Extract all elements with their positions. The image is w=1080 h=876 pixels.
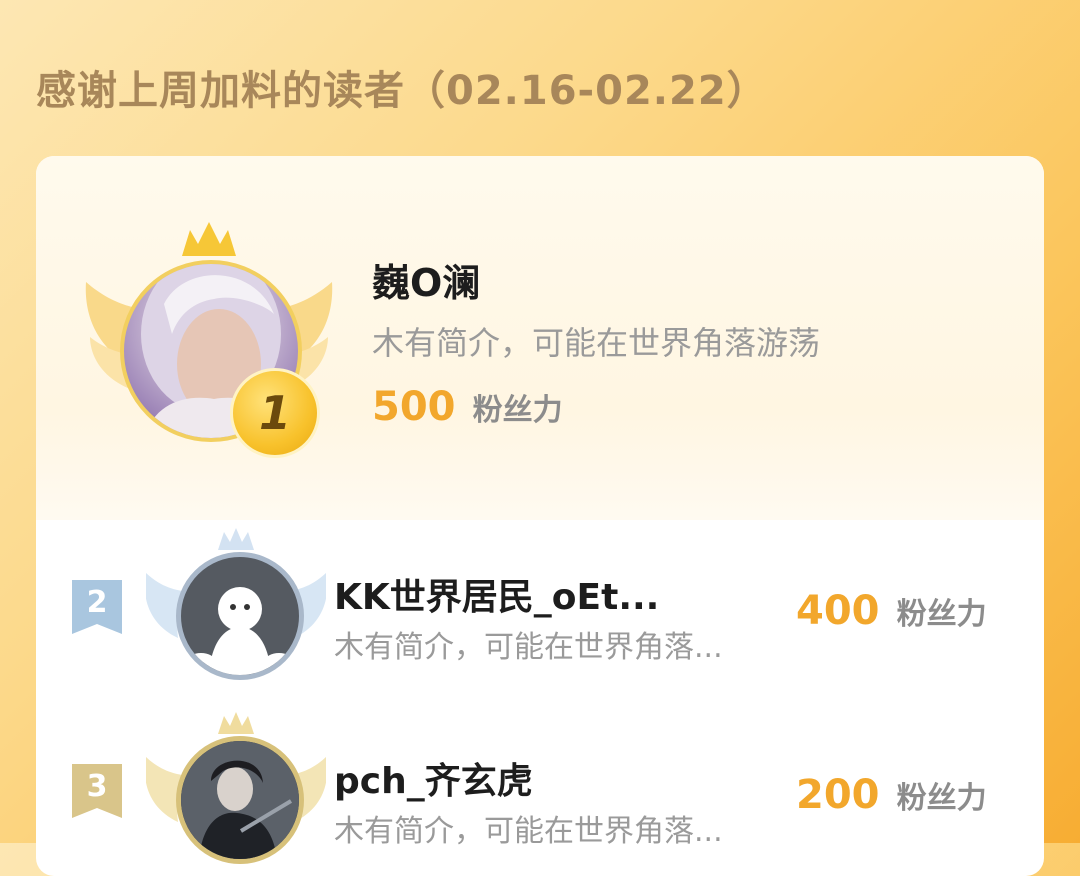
reader-bio: 木有简介，可能在世界角落... xyxy=(334,814,723,849)
rank-badge: 2 xyxy=(72,580,122,634)
rank-2-badge xyxy=(146,528,326,698)
reader-name[interactable]: KK世界居民_oEt... xyxy=(334,568,659,620)
reader-bio: 木有简介，可能在世界角落... xyxy=(334,630,723,665)
reader-name[interactable]: pch_齐玄虎 xyxy=(334,752,533,804)
top-reader-name[interactable]: 巍O澜 xyxy=(372,252,480,307)
avatar[interactable] xyxy=(176,552,304,680)
rank-badge: 3 xyxy=(72,764,122,818)
crown-icon xyxy=(218,712,254,734)
reader-score: 200 粉丝力 xyxy=(796,772,987,818)
avatar[interactable] xyxy=(176,736,304,864)
crown-icon xyxy=(218,528,254,550)
top-reader-score: 500 粉丝力 xyxy=(372,384,563,430)
rank-number: 3 xyxy=(86,769,108,804)
score-value: 500 xyxy=(372,384,456,430)
list-item[interactable]: 2 KK世界居民_oEt... 木有简介，可能在世界角落... 400 粉丝力 xyxy=(36,528,1044,708)
score-unit: 粉丝力 xyxy=(896,597,987,632)
reader-score: 400 粉丝力 xyxy=(796,588,987,634)
score-unit: 粉丝力 xyxy=(896,781,987,816)
default-avatar-icon xyxy=(187,587,293,675)
rank-3-badge xyxy=(146,712,326,876)
section-title: 感谢上周加料的读者（02.16-02.22） xyxy=(36,68,768,114)
score-unit: 粉丝力 xyxy=(472,393,563,428)
score-value: 400 xyxy=(796,588,880,634)
top-reader-bio: 木有简介，可能在世界角落游荡 xyxy=(372,324,821,362)
top-reader-panel[interactable]: 1 巍O澜 木有简介，可能在世界角落游荡 500 粉丝力 xyxy=(36,156,1044,520)
avatar-portrait-image xyxy=(181,741,299,859)
list-item[interactable]: 3 pch_齐玄虎 木有简介，可能在世界角落... 200 粉丝力 xyxy=(36,712,1044,876)
score-value: 200 xyxy=(796,772,880,818)
crown-icon xyxy=(182,222,236,256)
rank-1-badge: 1 xyxy=(84,222,334,462)
rank-number: 2 xyxy=(86,585,108,620)
rank-1-coin: 1 xyxy=(230,368,320,458)
leaderboard-card: 1 巍O澜 木有简介，可能在世界角落游荡 500 粉丝力 2 KK世界居民_oE… xyxy=(36,156,1044,876)
